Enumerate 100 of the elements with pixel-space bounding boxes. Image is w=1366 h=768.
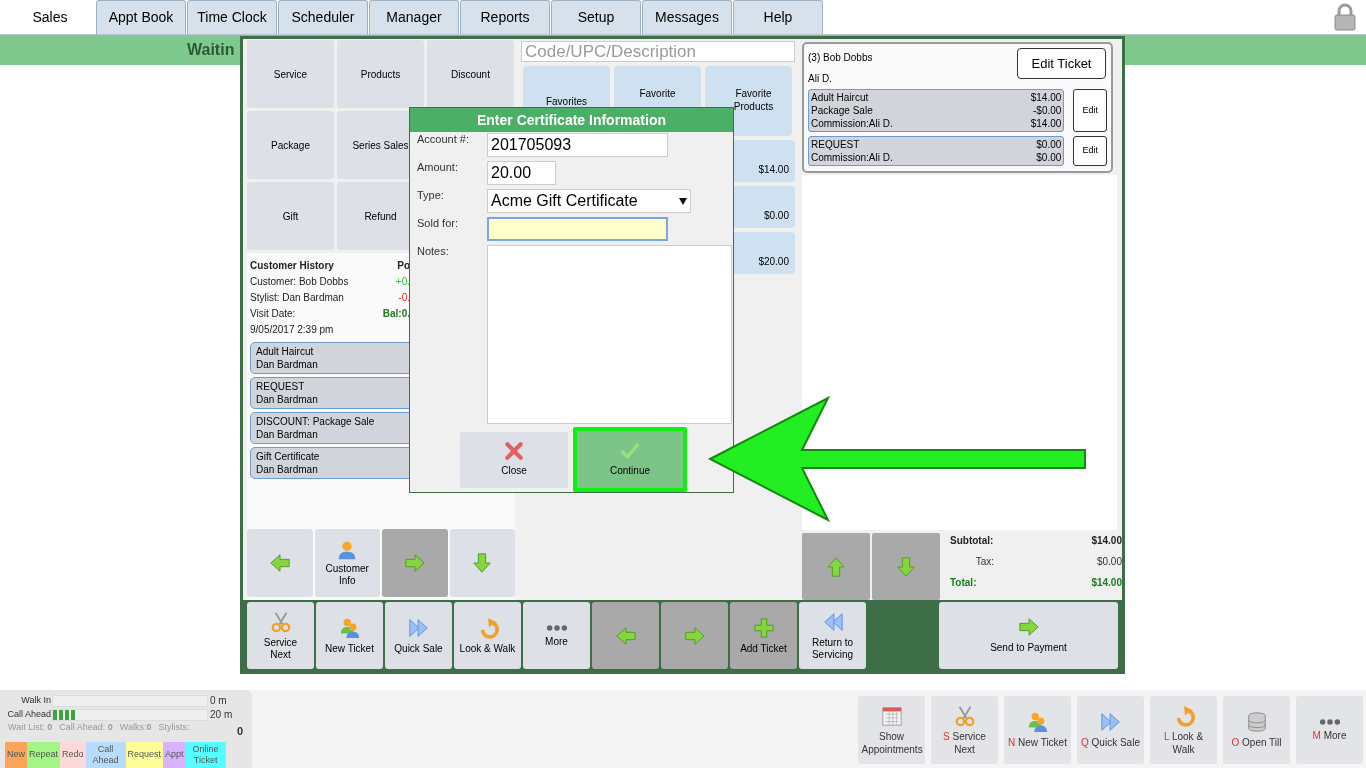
lock-icon[interactable] bbox=[1333, 3, 1357, 31]
action-button[interactable]: S Service Next bbox=[931, 696, 998, 764]
legend-item: New bbox=[5, 741, 27, 768]
more-icon bbox=[1318, 718, 1341, 726]
calendar-icon bbox=[880, 704, 903, 727]
input-field[interactable]: 20.00 bbox=[487, 161, 556, 185]
queue-stat: Call Ahead: 0 bbox=[59, 721, 113, 734]
wait-time: 20 m bbox=[210, 708, 233, 722]
toolbar-button[interactable]: Quick Sale bbox=[385, 602, 452, 669]
action-button[interactable]: N New Ticket bbox=[1004, 696, 1071, 764]
up-arrow-icon bbox=[825, 555, 847, 578]
tab[interactable]: Time Clock bbox=[187, 0, 277, 34]
input-field[interactable] bbox=[487, 217, 668, 241]
line-label: Package Sale bbox=[811, 104, 873, 117]
category-button[interactable]: Discount bbox=[427, 40, 514, 108]
left-arrow-icon bbox=[614, 624, 637, 647]
line-label: REQUEST bbox=[811, 138, 860, 151]
rewind-icon bbox=[821, 610, 844, 633]
action-button[interactable]: Q Quick Sale bbox=[1077, 696, 1144, 764]
category-button[interactable]: Package bbox=[247, 111, 334, 179]
arrow-button[interactable] bbox=[247, 529, 313, 597]
arrow-button[interactable] bbox=[661, 602, 728, 669]
customer-info-button[interactable]: Customer Info bbox=[314, 529, 380, 597]
fast-forward-icon bbox=[1099, 711, 1122, 733]
legend-item: Call Ahead bbox=[85, 741, 126, 768]
legend-item: Repeat bbox=[27, 741, 61, 768]
down-arrow-icon bbox=[895, 555, 917, 578]
action-button[interactable]: Show Appointments bbox=[858, 696, 925, 764]
edit-button[interactable]: Edit bbox=[1073, 89, 1107, 132]
tab[interactable]: Setup bbox=[551, 0, 641, 34]
notes-field[interactable] bbox=[487, 245, 732, 424]
line-amount: -$0.00 bbox=[1033, 104, 1062, 117]
close-button[interactable]: Close bbox=[460, 431, 568, 488]
legend-item: Request bbox=[125, 741, 164, 768]
fast-forward-icon bbox=[407, 616, 430, 639]
down-arrow-icon bbox=[471, 552, 494, 574]
edit-ticket-button[interactable]: Edit Ticket bbox=[1017, 48, 1106, 79]
category-button[interactable]: Gift bbox=[247, 182, 334, 250]
tab[interactable]: Manager bbox=[369, 0, 459, 34]
line-amount: $0.00 bbox=[1036, 138, 1062, 151]
people-icon bbox=[1026, 711, 1049, 733]
line-amount: $14.00 bbox=[1030, 91, 1062, 104]
total-label: Total: bbox=[950, 576, 978, 590]
toolbar-button[interactable]: More bbox=[523, 602, 590, 669]
arrow-button[interactable] bbox=[449, 529, 515, 597]
total-value: $14.00 bbox=[1090, 576, 1122, 590]
type-dropdown[interactable]: Acme Gift Certificate bbox=[487, 189, 691, 213]
history-title: Customer History bbox=[250, 259, 335, 273]
ticket-title: (3) Bob Dobbs bbox=[808, 51, 873, 65]
scissors-icon bbox=[269, 610, 292, 633]
history-detail: Customer: Bob Dobbs bbox=[250, 275, 350, 289]
history-detail: Visit Date: bbox=[250, 307, 297, 321]
line-amount: $0.00 bbox=[1036, 151, 1062, 164]
queue-label: Call Ahead bbox=[6, 707, 51, 721]
search-field[interactable]: Code/UPC/Description bbox=[521, 41, 795, 62]
line-label: Adult Haircut bbox=[811, 91, 869, 104]
points-value: -0. bbox=[398, 291, 410, 305]
category-button[interactable]: Products bbox=[337, 40, 424, 108]
legend-item: Appt bbox=[163, 741, 186, 768]
arrow-button[interactable] bbox=[592, 602, 659, 669]
action-button[interactable]: L Look & Walk bbox=[1150, 696, 1217, 764]
right-arrow-icon bbox=[1017, 616, 1040, 638]
tab[interactable]: Appt Book bbox=[96, 0, 186, 34]
right-arrow-icon bbox=[403, 552, 426, 574]
points-value: +0. bbox=[395, 275, 410, 289]
toolbar-button[interactable]: Look & Walk bbox=[454, 602, 521, 669]
edit-button[interactable]: Edit bbox=[1073, 136, 1107, 166]
toolbar-button[interactable]: Service Next bbox=[247, 602, 314, 669]
caret-icon bbox=[679, 197, 687, 205]
scroll-button[interactable] bbox=[872, 533, 940, 600]
queue-stat: Wait List: 0 bbox=[8, 721, 53, 734]
input-field[interactable]: 201705093 bbox=[487, 133, 668, 157]
more-icon bbox=[545, 623, 568, 632]
legend-item: Redo bbox=[60, 741, 86, 768]
plus-icon bbox=[752, 616, 775, 639]
scroll-button[interactable] bbox=[802, 533, 870, 600]
ticket-stylist: Ali D. bbox=[808, 72, 833, 86]
tab[interactable]: Scheduler bbox=[278, 0, 368, 34]
total-label: Tax: bbox=[974, 555, 995, 569]
wait-time: 0 m bbox=[210, 694, 227, 708]
toolbar-button[interactable]: Return to Servicing bbox=[799, 602, 866, 669]
toolbar-button[interactable]: Add Ticket bbox=[730, 602, 797, 669]
category-button[interactable]: Service bbox=[247, 40, 334, 108]
right-arrow-icon bbox=[683, 624, 706, 647]
tab[interactable]: Reports bbox=[460, 0, 550, 34]
action-button[interactable]: O Open Till bbox=[1223, 696, 1290, 764]
line-label: Commission:Ali D. bbox=[811, 117, 893, 130]
tab[interactable]: Messages bbox=[642, 0, 732, 34]
arrow-button[interactable] bbox=[382, 529, 448, 597]
scissors-icon bbox=[953, 704, 976, 727]
toolbar-button[interactable]: New Ticket bbox=[316, 602, 383, 669]
checkmark-icon bbox=[620, 441, 640, 461]
queue-stat: Stylists: bbox=[158, 721, 190, 734]
tab[interactable]: Help bbox=[733, 0, 823, 34]
action-button[interactable]: M More bbox=[1296, 696, 1363, 764]
total-value: $0.00 bbox=[1095, 555, 1122, 569]
send-to-payment-button[interactable]: Send to Payment bbox=[939, 602, 1118, 669]
continue-button[interactable]: Continue bbox=[573, 427, 687, 492]
total-label: Subtotal: bbox=[950, 534, 995, 548]
people-icon bbox=[338, 616, 361, 639]
